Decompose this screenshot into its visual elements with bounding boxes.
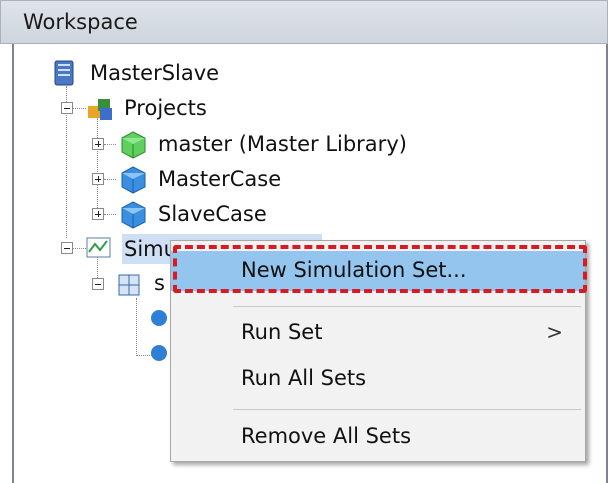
tree-line — [97, 118, 98, 214]
sphere-icon — [150, 344, 168, 366]
menu-item-label: Run Set — [241, 320, 323, 344]
server-icon — [54, 60, 74, 90]
tree-item-simulation-set[interactable]: s — [154, 270, 165, 296]
annotation-dashed-highlight — [173, 245, 587, 293]
tree-root-masterslave[interactable]: MasterSlave — [90, 60, 219, 86]
workspace-title: Workspace — [23, 10, 138, 34]
tree-line — [72, 108, 86, 109]
menu-item-remove-all-sets[interactable]: Remove All Sets — [171, 417, 585, 457]
sphere-icon — [150, 309, 168, 331]
tree-line — [104, 179, 116, 180]
workspace-title-bar: Workspace — [0, 0, 608, 44]
case-cube-icon — [118, 200, 148, 234]
collapse-toggle[interactable] — [61, 242, 73, 254]
tree-item-master[interactable]: master (Master Library) — [158, 131, 407, 157]
menu-item-label: Remove All Sets — [241, 424, 412, 448]
menu-separator — [233, 306, 581, 307]
case-cube-icon — [118, 165, 148, 199]
menu-item-run-all-sets[interactable]: Run All Sets — [171, 359, 585, 399]
tree-line — [104, 144, 116, 145]
expand-toggle[interactable] — [92, 208, 104, 220]
collapse-toggle[interactable] — [92, 278, 104, 290]
menu-item-label: Run All Sets — [241, 366, 367, 390]
tree-item-projects[interactable]: Projects — [124, 95, 207, 121]
tree-line — [72, 248, 86, 249]
tree-item-mastercase[interactable]: MasterCase — [158, 166, 281, 192]
submenu-arrow-icon: > — [546, 320, 563, 344]
collapse-toggle[interactable] — [61, 102, 73, 114]
tree-line — [136, 298, 137, 356]
expand-toggle[interactable] — [92, 138, 104, 150]
expand-toggle[interactable] — [92, 173, 104, 185]
tree-line — [104, 214, 116, 215]
menu-item-run-set[interactable]: Run Set > — [171, 313, 585, 353]
menu-separator — [233, 409, 581, 410]
projects-icon — [86, 96, 116, 126]
tree-item-simulation-sets[interactable]: Simu — [124, 236, 177, 262]
library-cube-icon — [118, 130, 148, 164]
simulation-chart-icon — [86, 236, 112, 264]
tree-item-slavecase[interactable]: SlaveCase — [158, 201, 267, 227]
simulation-set-icon — [116, 272, 142, 302]
